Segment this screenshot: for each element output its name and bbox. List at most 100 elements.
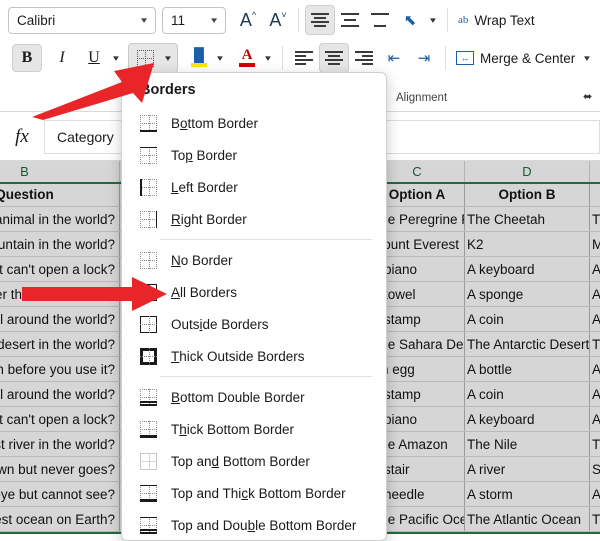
table-cell[interactable]: A: [590, 482, 600, 506]
bold-button[interactable]: B: [12, 44, 42, 72]
menu-item-bottom-border[interactable]: Bottom Border: [122, 107, 386, 139]
borders-dropdown-menu: Borders Bottom Border Top Border Left Bord…: [121, 72, 387, 541]
wrap-text-button[interactable]: ab Wrap Text: [454, 5, 539, 35]
table-cell[interactable]: What must be broken before you use it?: [0, 357, 120, 381]
menu-item-left-border[interactable]: Left Border: [122, 171, 386, 203]
underline-button[interactable]: U: [80, 44, 108, 72]
table-cell[interactable]: A sponge: [465, 282, 590, 306]
table-cell[interactable]: What has many keys but can't open a lock…: [0, 257, 120, 281]
menu-item-outside-borders[interactable]: Outside Borders: [122, 308, 386, 340]
table-header-cell[interactable]: Question: [0, 182, 120, 206]
table-cell[interactable]: A: [590, 282, 600, 306]
table-header-cell[interactable]: Option B: [465, 182, 590, 206]
column-header-blank[interactable]: [590, 161, 600, 182]
font-name-combobox[interactable]: Calibri ▾: [8, 6, 156, 34]
table-cell[interactable]: What is the fastest animal in the world?: [0, 207, 120, 231]
table-cell[interactable]: M: [590, 232, 600, 256]
chevron-down-icon: ▾: [210, 14, 218, 25]
borders-button[interactable]: [130, 45, 160, 71]
insert-function-icon[interactable]: fx: [0, 126, 44, 148]
table-cell[interactable]: What goes up and down but never goes?: [0, 457, 120, 481]
borders-split-button[interactable]: ▾: [128, 43, 178, 73]
table-cell[interactable]: A: [590, 357, 600, 381]
decrease-indent-button[interactable]: ⇤: [379, 44, 409, 72]
table-cell[interactable]: The Nile: [465, 432, 590, 456]
decrease-font-size-button[interactable]: A ˅: [264, 6, 292, 34]
menu-item-no-border[interactable]: No Border: [122, 244, 386, 276]
menu-item-all-borders[interactable]: All Borders: [122, 276, 386, 308]
align-left-icon: [295, 51, 313, 65]
table-cell[interactable]: A coin: [465, 307, 590, 331]
table-cell[interactable]: A: [590, 257, 600, 281]
menu-item-top-and-bottom-border[interactable]: Top and Bottom Border: [122, 445, 386, 477]
column-header-b[interactable]: B: [0, 161, 120, 182]
menu-item-bottom-double-border[interactable]: Bottom Double Border: [122, 381, 386, 413]
table-cell[interactable]: What can travel around the world?: [0, 307, 120, 331]
table-cell[interactable]: A coin: [465, 382, 590, 406]
align-left-button[interactable]: [289, 43, 319, 73]
menu-item-thick-bottom-border[interactable]: Thick Bottom Border: [122, 413, 386, 445]
increase-font-size-button[interactable]: A ^: [234, 6, 262, 34]
align-middle-button[interactable]: [335, 5, 365, 35]
border-bottom-double-icon: [140, 388, 157, 406]
merge-chevron-down-icon[interactable]: ▾: [577, 44, 598, 72]
column-header-d[interactable]: D: [465, 161, 590, 182]
font-size-combobox[interactable]: 11 ▾: [162, 6, 226, 34]
menu-item-top-and-thick-bottom-border[interactable]: Top and Thick Bottom Border: [122, 477, 386, 509]
table-cell[interactable]: The more water the more it dries?: [0, 282, 120, 306]
table-cell[interactable]: A keyboard: [465, 257, 590, 281]
menu-item-thick-outside-borders[interactable]: Thick Outside Borders: [122, 340, 386, 372]
table-cell[interactable]: The Atlantic Ocean: [465, 507, 590, 531]
font-color-chevron-down-icon[interactable]: ▾: [258, 44, 279, 72]
menu-item-label: No Border: [171, 252, 233, 268]
table-cell[interactable]: S: [590, 457, 600, 481]
table-cell[interactable]: What is the biggest ocean on Earth?: [0, 507, 120, 531]
table-cell[interactable]: What has an eye but cannot see?: [0, 482, 120, 506]
fill-color-chevron-down-icon[interactable]: ▾: [210, 44, 231, 72]
table-header-cell[interactable]: [590, 182, 600, 206]
table-cell[interactable]: A: [590, 307, 600, 331]
table-cell[interactable]: A river: [465, 457, 590, 481]
table-cell[interactable]: What can travel around the world?: [0, 382, 120, 406]
orientation-button[interactable]: ⬉: [395, 6, 425, 34]
alignment-dialog-launcher[interactable]: ⬌: [583, 90, 592, 103]
border-right-icon: [140, 210, 157, 228]
italic-button[interactable]: I: [48, 44, 76, 72]
menu-items-list: Bottom Border Top Border Left Border Right …: [122, 107, 386, 540]
align-top-button[interactable]: [305, 5, 335, 35]
table-cell[interactable]: A: [590, 382, 600, 406]
menu-item-right-border[interactable]: Right Border: [122, 203, 386, 235]
table-cell[interactable]: A keyboard: [465, 407, 590, 431]
menu-item-label: Top Border: [171, 147, 238, 163]
borders-chevron-down-icon[interactable]: ▾: [158, 44, 179, 72]
increase-indent-button[interactable]: ⇥: [409, 44, 439, 72]
border-top-thick-bottom-icon: [140, 484, 157, 502]
table-cell[interactable]: T: [590, 207, 600, 231]
table-cell[interactable]: What is the tallest mountain in the worl…: [0, 232, 120, 256]
align-bottom-button[interactable]: [365, 5, 395, 35]
table-cell[interactable]: The Cheetah: [465, 207, 590, 231]
table-cell[interactable]: What is the longest river in the world?: [0, 432, 120, 456]
table-cell[interactable]: A storm: [465, 482, 590, 506]
orientation-chevron-down-icon[interactable]: ▾: [423, 6, 444, 34]
table-cell[interactable]: K2: [465, 232, 590, 256]
table-cell[interactable]: T: [590, 332, 600, 356]
fill-color-button[interactable]: █: [186, 44, 212, 72]
align-right-button[interactable]: [349, 43, 379, 73]
table-cell[interactable]: What is the largest desert in the world?: [0, 332, 120, 356]
merge-cells-icon: ↔: [456, 51, 474, 65]
menu-item-top-and-double-bottom-border[interactable]: Top and Double Bottom Border: [122, 509, 386, 540]
table-cell[interactable]: What has many keys but can't open a lock…: [0, 407, 120, 431]
table-cell[interactable]: T: [590, 432, 600, 456]
table-cell[interactable]: A bottle: [465, 357, 590, 381]
font-color-button[interactable]: A: [234, 44, 260, 72]
underline-chevron-down-icon[interactable]: ▾: [106, 44, 127, 72]
merge-and-center-button[interactable]: ↔ Merge & Center: [452, 43, 579, 73]
align-center-button[interactable]: [319, 43, 349, 73]
menu-item-label: Thick Outside Borders: [171, 348, 305, 364]
table-cell[interactable]: T: [590, 507, 600, 531]
menu-item-top-border[interactable]: Top Border: [122, 139, 386, 171]
menu-item-label: Left Border: [171, 179, 238, 195]
table-cell[interactable]: A: [590, 407, 600, 431]
table-cell[interactable]: The Antarctic Desert: [465, 332, 590, 356]
